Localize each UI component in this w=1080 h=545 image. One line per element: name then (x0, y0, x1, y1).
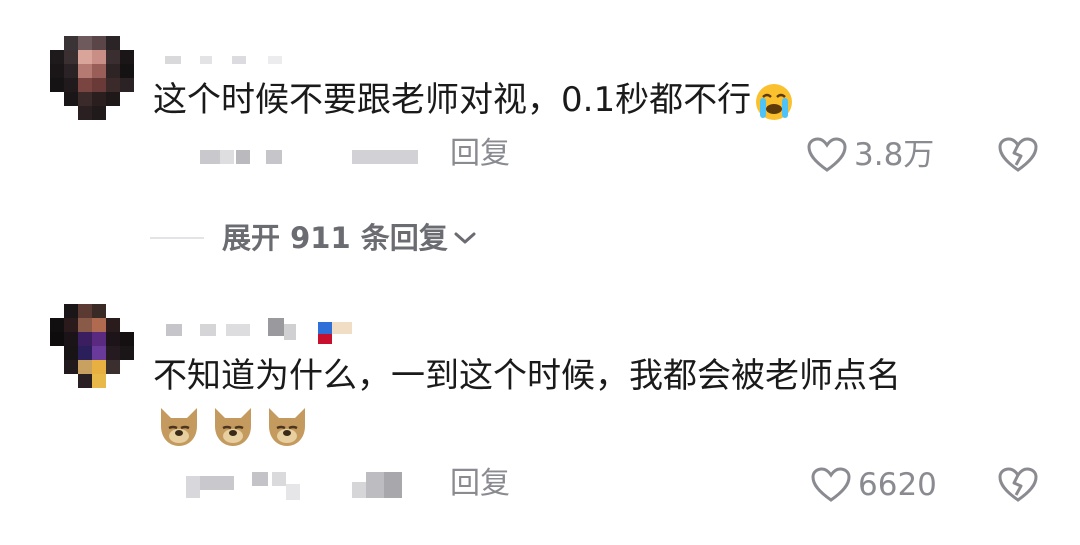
loudly-crying-face-icon (756, 83, 793, 120)
meta-redacted (286, 484, 300, 500)
avatar[interactable] (50, 304, 134, 388)
badge-icon (332, 322, 352, 334)
meta-redacted (384, 472, 402, 498)
meta-redacted (236, 150, 250, 164)
reply-button[interactable]: 回复 (450, 136, 510, 172)
meta-redacted (252, 472, 268, 486)
meta-redacted (186, 476, 200, 498)
meta-redacted (220, 150, 234, 164)
heart-icon (811, 467, 851, 502)
like-count: 3.8万 (854, 137, 935, 173)
username-redacted (232, 56, 246, 64)
divider (150, 237, 204, 239)
username-redacted (268, 56, 282, 64)
badge-icon (318, 334, 332, 344)
avatar[interactable] (50, 36, 134, 120)
meta-redacted (352, 150, 418, 164)
meta-redacted (366, 472, 384, 498)
wolf-face-icon (269, 408, 305, 446)
username-redacted (268, 318, 284, 336)
wolf-face-icon (215, 408, 251, 446)
comment-item: 这个时候不要跟老师对视，0.1秒都不行 回复 3.8万 (0, 0, 1080, 210)
broken-heart-icon[interactable] (998, 136, 1038, 174)
meta-redacted (200, 150, 220, 164)
chevron-down-icon (454, 232, 476, 244)
expand-replies-button[interactable]: 展开 911 条回复 (150, 220, 478, 256)
like-count: 6620 (858, 467, 937, 503)
expand-replies-label: 展开 911 条回复 (222, 221, 448, 255)
emoji-row (155, 404, 317, 452)
username-redacted (226, 324, 250, 336)
username-redacted (284, 324, 296, 340)
comment-text: 这个时候不要跟老师对视，0.1秒都不行 (153, 78, 797, 122)
broken-heart-icon[interactable] (998, 466, 1038, 504)
username-redacted (200, 324, 216, 336)
comment-text-content: 不知道为什么，一到这个时候，我都会被老师点名 (153, 356, 901, 396)
comment-item: 不知道为什么，一到这个时候，我都会被老师点名 回复 6620 (0, 290, 1080, 545)
badge-icon (318, 322, 332, 334)
meta-redacted (352, 482, 366, 498)
username-redacted[interactable] (166, 324, 182, 336)
like-button[interactable]: 3.8万 (806, 136, 934, 174)
username-redacted (200, 56, 212, 64)
like-button[interactable]: 6620 (810, 466, 937, 504)
meta-redacted (266, 150, 282, 164)
meta-redacted (272, 472, 286, 486)
reply-button[interactable]: 回复 (450, 466, 510, 502)
meta-redacted (200, 476, 234, 490)
comment-text-content: 这个时候不要跟老师对视，0.1秒都不行 (153, 80, 752, 120)
heart-icon (807, 137, 847, 172)
wolf-face-icon (161, 408, 197, 446)
username-redacted[interactable] (165, 56, 181, 64)
comment-text: 不知道为什么，一到这个时候，我都会被老师点名 (153, 354, 901, 398)
